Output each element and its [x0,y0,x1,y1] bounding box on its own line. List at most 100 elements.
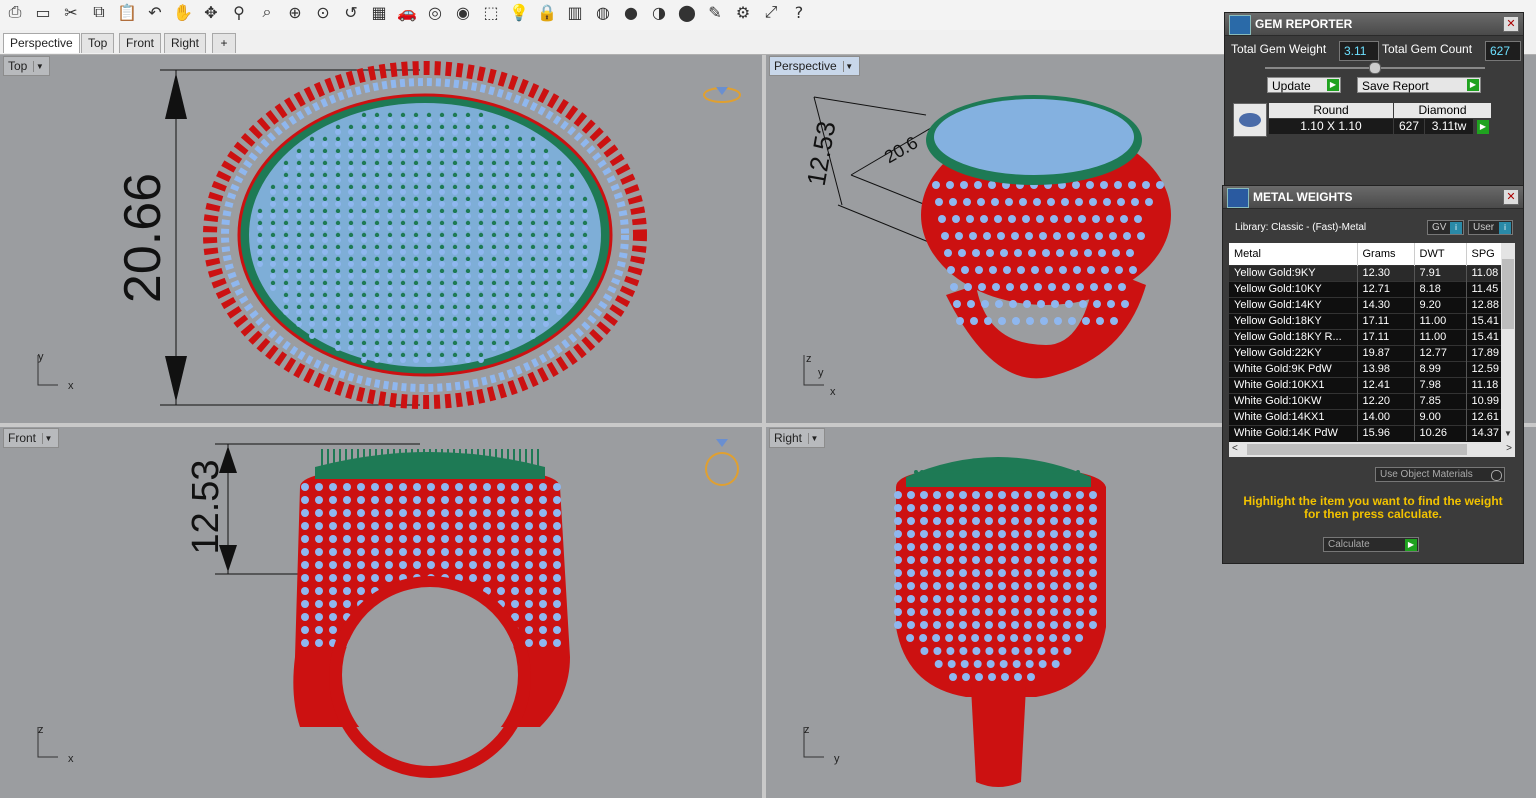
new-icon[interactable]: ▭ [32,1,54,23]
viewport-top[interactable]: Top ▼ 20.66 y x [0,55,762,423]
pen-icon[interactable]: ✎ [704,1,726,23]
gem-type: Diamond [1394,103,1491,118]
cell-dwt: 10.26 [1414,424,1467,441]
close-icon[interactable]: ✕ [1503,189,1519,205]
h-scrollbar-thumb[interactable] [1247,444,1467,455]
update-button[interactable]: Update ▶ [1267,77,1341,93]
car-icon[interactable]: 🚗 [396,1,418,23]
scroll-down-icon[interactable]: ▼ [1504,429,1512,438]
cell-grams: 12.20 [1357,392,1415,409]
metal-weights-titlebar[interactable]: METAL WEIGHTS ✕ [1223,186,1523,209]
color-icon[interactable]: ◍ [592,1,614,23]
use-object-materials-toggle[interactable]: Use Object Materials [1375,467,1505,482]
cut-icon[interactable]: ✂ [60,1,82,23]
table-row[interactable]: Yellow Gold:22KY 19.87 12.77 17.89 [1229,344,1501,361]
column-header-dwt[interactable]: DWT [1414,243,1467,265]
table-row[interactable]: White Gold:9K PdW 13.98 8.99 12.59 [1229,360,1501,377]
print-icon[interactable]: ⎙ [4,1,26,23]
gem-weight: 3.11tw [1425,119,1473,134]
table-row[interactable]: Yellow Gold:10KY 12.71 8.18 11.45 [1229,280,1501,297]
cell-metal-name: Yellow Gold:18KY [1229,312,1358,329]
tab-add[interactable]: + [212,33,236,53]
gem-reporter-titlebar[interactable]: GEM REPORTER ✕ [1225,13,1523,36]
rotate-icon[interactable]: ✥ [200,1,222,23]
scroll-left-icon[interactable]: < [1232,443,1238,454]
metal-table-wrapper[interactable]: Metal Grams DWT SPG Yellow Gold:9KY 12.30… [1229,243,1501,442]
gem-row[interactable]: Round Diamond 1.10 X 1.10 627 3.11tw [1269,103,1491,135]
gear-icon[interactable]: ⚙ [732,1,754,23]
gem-go-button[interactable]: ▶ [1477,120,1489,134]
save-report-button-label: Save Report [1362,79,1429,93]
select-icon[interactable]: ⬚ [480,1,502,23]
undo-icon[interactable]: ↶ [144,1,166,23]
snap-icon[interactable]: ◉ [452,1,474,23]
cell-metal-name: Yellow Gold:22KY [1229,344,1358,361]
table-row[interactable]: White Gold:14K PdW 15.96 10.26 14.37 [1229,424,1501,441]
tab-top[interactable]: Top [81,33,115,53]
grid-icon[interactable]: ▦ [368,1,390,23]
vertical-scrollbar[interactable]: ▼ [1501,243,1515,442]
axis-z-label: z [804,724,810,736]
zoom-icon[interactable]: ⚲ [228,1,250,23]
table-row[interactable]: White Gold:10KW 12.20 7.85 10.99 [1229,392,1501,409]
scrollbar-thumb[interactable] [1502,259,1514,329]
pan-icon[interactable]: ✋ [172,1,194,23]
cell-dwt: 9.20 [1414,296,1467,313]
cell-grams: 19.87 [1357,344,1415,361]
save-report-button[interactable]: Save Report ▶ [1357,77,1481,93]
cell-metal-name: Yellow Gold:14KY [1229,296,1358,313]
play-icon: ▶ [1467,79,1479,91]
gem-shape: Round [1269,103,1393,118]
cell-dwt: 12.77 [1414,344,1467,361]
gem-thumbnail [1233,103,1267,137]
panel-title: GEM REPORTER [1255,17,1353,31]
tab-perspective[interactable]: Perspective [3,33,80,53]
column-header-metal[interactable]: Metal [1229,243,1358,265]
calculate-hint: Highlight the item you want to find the … [1243,494,1503,521]
viewport-front[interactable]: Front ▼ 12.53 z x [0,427,762,798]
info-icon: i [1450,222,1462,234]
user-toggle[interactable]: User i [1468,220,1513,235]
calculate-button[interactable]: Calculate ▶ [1323,537,1419,552]
tab-front[interactable]: Front [119,33,162,53]
table-row[interactable]: Yellow Gold:9KY 12.30 7.91 11.08 [1229,264,1501,281]
layer-icon[interactable]: ▥ [564,1,586,23]
dimension-icon[interactable]: ⤢ [760,1,782,23]
shaded-icon[interactable]: ● [620,1,642,23]
gv-toggle[interactable]: GV i [1427,220,1464,235]
column-header-grams[interactable]: Grams [1357,243,1415,265]
play-icon: ▶ [1327,79,1339,91]
table-row[interactable]: Yellow Gold:18KY R... 17.11 11.00 15.41 [1229,328,1501,345]
copy-icon[interactable]: ⧉ [88,1,110,23]
light-icon[interactable]: 💡 [508,1,530,23]
table-row[interactable]: White Gold:10KX1 12.41 7.98 11.18 [1229,376,1501,393]
gem-reporter-logo-icon [1229,15,1251,35]
gem-reporter-panel: GEM REPORTER ✕ Total Gem Weight 3.11 Tot… [1224,12,1524,186]
scroll-right-icon[interactable]: > [1506,443,1512,454]
horizontal-scrollbar[interactable]: < > [1229,442,1515,457]
ring-orientation-icon [703,87,741,103]
tab-right[interactable]: Right [164,33,207,53]
slider-thumb[interactable] [1369,62,1381,74]
metal-table: Metal Grams DWT SPG Yellow Gold:9KY 12.30… [1229,243,1501,441]
help-icon[interactable]: ? [788,1,810,23]
table-row[interactable]: Yellow Gold:14KY 14.30 9.20 12.88 [1229,296,1501,313]
paste-icon[interactable]: 📋 [116,1,138,23]
zoom-selected-icon[interactable]: ⊙ [312,1,334,23]
zoom-undo-icon[interactable]: ↺ [340,1,362,23]
hide-icon[interactable]: ◎ [424,1,446,23]
material-icon[interactable]: ⬤ [676,1,698,23]
column-header-spg[interactable]: SPG [1466,243,1501,265]
table-row[interactable]: Yellow Gold:18KY 17.11 11.00 15.41 [1229,312,1501,329]
zoom-extents-icon[interactable]: ⊕ [284,1,306,23]
lock-icon[interactable]: 🔒 [536,1,558,23]
cell-grams: 17.11 [1357,312,1415,329]
zoom-window-icon[interactable]: ⌕ [256,1,278,23]
cell-grams: 12.30 [1357,264,1415,281]
table-row[interactable]: White Gold:14KX1 14.00 9.00 12.61 [1229,408,1501,425]
library-label: Library: Classic - (Fast)-Metal [1235,222,1367,233]
cell-dwt: 7.85 [1414,392,1467,409]
close-icon[interactable]: ✕ [1503,16,1519,32]
cell-metal-name: Yellow Gold:9KY [1229,264,1358,281]
rendered-icon[interactable]: ◑ [648,1,670,23]
